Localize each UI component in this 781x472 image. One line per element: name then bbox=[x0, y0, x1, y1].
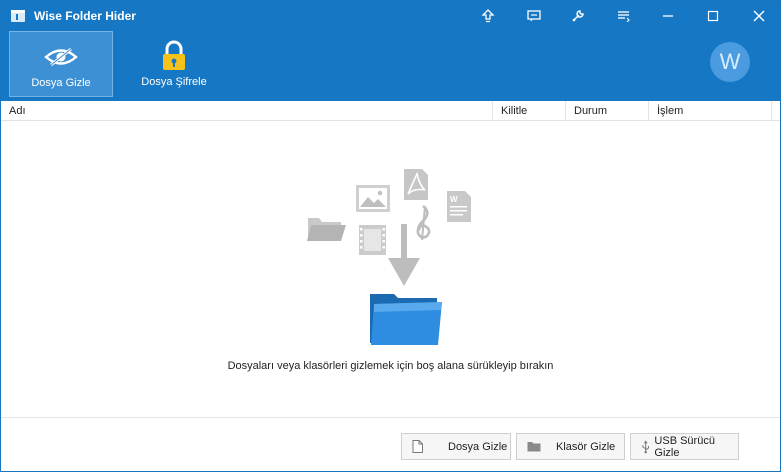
column-name[interactable]: Adı bbox=[1, 101, 493, 121]
title-bar: Wise Folder Hider bbox=[1, 1, 780, 31]
close-button[interactable] bbox=[739, 1, 779, 31]
hide-file-label: Dosya Gizle bbox=[448, 440, 508, 453]
avatar-letter: W bbox=[719, 49, 741, 74]
folder-icon bbox=[527, 442, 541, 452]
pdf-file-icon bbox=[404, 169, 428, 200]
menu-button[interactable] bbox=[604, 1, 644, 31]
video-file-icon bbox=[359, 225, 386, 255]
minimize-button[interactable] bbox=[648, 1, 688, 31]
tool-encrypt-file[interactable]: Dosya Şifrele bbox=[122, 31, 226, 97]
blue-folder-icon bbox=[370, 294, 442, 345]
tool-hide-file-label: Dosya Gizle bbox=[31, 77, 91, 89]
usb-icon bbox=[642, 439, 650, 453]
maximize-icon bbox=[707, 10, 719, 22]
column-action[interactable]: İşlem bbox=[649, 101, 772, 121]
maximize-button[interactable] bbox=[693, 1, 733, 31]
down-arrow-icon bbox=[388, 224, 420, 286]
tools-button[interactable] bbox=[558, 1, 598, 31]
padlock-icon bbox=[156, 40, 192, 72]
app-window: Wise Folder Hider Dosya Gizle Dosya Şifr… bbox=[0, 0, 781, 472]
app-logo-icon bbox=[11, 10, 25, 22]
column-lock[interactable]: Kilitle bbox=[493, 101, 566, 121]
minimize-icon bbox=[663, 15, 673, 17]
window-title: Wise Folder Hider bbox=[34, 9, 136, 23]
account-avatar[interactable]: W bbox=[710, 42, 750, 82]
word-document-icon: W bbox=[447, 191, 471, 222]
hide-file-button[interactable]: Dosya Gizle bbox=[401, 433, 511, 460]
file-icon bbox=[412, 440, 423, 453]
wrench-icon bbox=[572, 10, 584, 22]
upgrade-icon bbox=[481, 9, 495, 23]
hide-folder-label: Klasör Gizle bbox=[556, 440, 616, 453]
message-icon bbox=[527, 10, 541, 22]
menu-icon bbox=[618, 11, 630, 22]
feedback-button[interactable] bbox=[514, 1, 554, 31]
column-status[interactable]: Durum bbox=[566, 101, 649, 121]
image-file-icon bbox=[356, 185, 390, 212]
hide-folder-button[interactable]: Klasör Gizle bbox=[516, 433, 625, 460]
grey-folder-icon bbox=[307, 218, 346, 241]
header: Wise Folder Hider Dosya Gizle Dosya Şifr… bbox=[1, 1, 780, 101]
upgrade-button[interactable] bbox=[468, 1, 508, 31]
footer: Dosya Gizle Klasör Gizle USB Sürücü Gizl… bbox=[1, 417, 780, 471]
close-icon bbox=[753, 10, 765, 22]
svg-text:W: W bbox=[450, 195, 458, 204]
hidden-eye-icon bbox=[43, 41, 79, 73]
drop-hint-text: Dosyaları veya klasörleri gizlemek için … bbox=[227, 360, 554, 372]
tool-hide-file[interactable]: Dosya Gizle bbox=[9, 31, 113, 97]
music-note-icon bbox=[416, 204, 431, 241]
table-header: Adı Kilitle Durum İşlem bbox=[1, 101, 780, 121]
hide-usb-button[interactable]: USB Sürücü Gizle bbox=[630, 433, 739, 460]
hide-usb-label: USB Sürücü Gizle bbox=[654, 434, 715, 459]
tool-encrypt-file-label: Dosya Şifrele bbox=[141, 76, 207, 88]
